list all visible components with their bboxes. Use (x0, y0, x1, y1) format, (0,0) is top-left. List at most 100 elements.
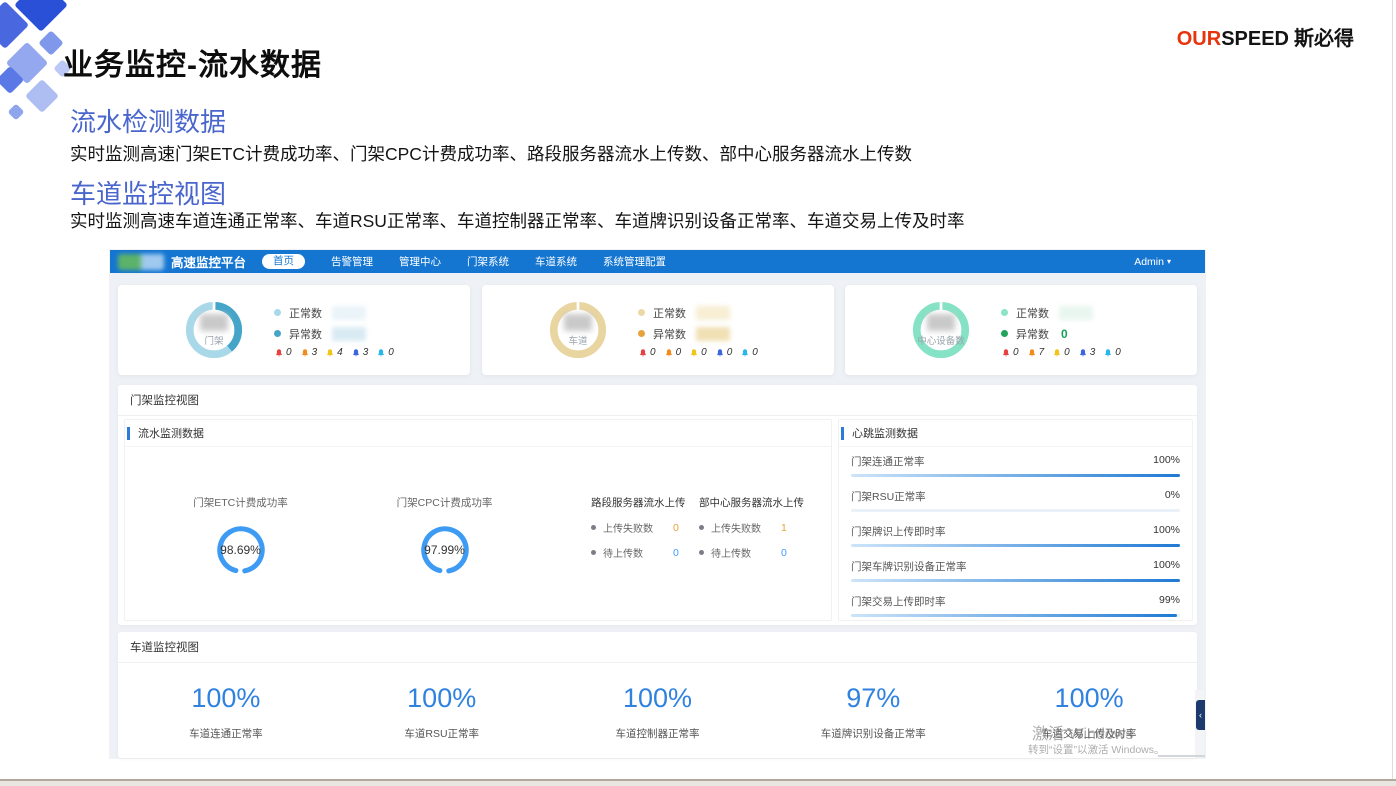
censored-value (564, 314, 592, 331)
progress-bar (851, 544, 1180, 547)
stat-value: 97% (765, 683, 981, 714)
upload-pending-count: 0 (673, 547, 679, 559)
tab-management-center[interactable]: 管理中心 (399, 254, 441, 269)
lane-stat: 100% 车道RSU正常率 (334, 683, 550, 741)
alarm-bells: 0 0 0 0 0 (638, 347, 758, 358)
lane-stat: 97% 车道牌识别设备正常率 (765, 683, 981, 741)
subpanel-title: 流水监测数据 (138, 425, 204, 441)
summary-card-center-devices: 中心设备数 正常数 异常数 0 0 7 0 3 (845, 285, 1197, 375)
censored-value (927, 314, 955, 331)
tab-home[interactable]: 首页 (262, 254, 305, 270)
tab-alarm-management[interactable]: 告警管理 (331, 254, 373, 269)
legend-dot (638, 330, 645, 337)
upload-fail-count: 1 (781, 522, 787, 534)
legend-dot (1001, 330, 1008, 337)
slide: 业务监控-流水数据 OURSPEED斯必得 流水检测数据 实时监测高速门架ETC… (0, 0, 1396, 786)
app-brand: 高速监控平台 (171, 252, 246, 271)
progress-bar (851, 579, 1180, 582)
summary-card-lane: 车道 正常数 异常数 0 0 0 0 (482, 285, 834, 375)
legend-dot (638, 309, 645, 316)
subpanel-title: 心跳监测数据 (852, 425, 918, 441)
stat-value: 100% (118, 683, 334, 714)
caret-down-icon: ▾ (1167, 257, 1171, 266)
legend-label: 异常数 (289, 326, 322, 342)
heartbeat-row: 门架车牌识别设备正常率 100% (851, 559, 1180, 582)
alarm-count: 0 (1064, 347, 1070, 358)
app-logo-censored (118, 254, 164, 270)
heartbeat-row: 门架牌识上传即时率 100% (851, 524, 1180, 547)
alarm-count: 4 (337, 347, 343, 358)
tab-lane-system[interactable]: 车道系统 (535, 254, 577, 269)
heartbeat-subpanel: 心跳监测数据 门架连通正常率 100% 门架RSU正常率 0% (838, 419, 1193, 621)
section-body: 实时监测高速车道连通正常率、车道RSU正常率、车道控制器正常率、车道牌识别设备正… (70, 208, 964, 233)
gauge-value: 98.69% (213, 522, 269, 578)
scrollbar-thumb[interactable] (1158, 755, 1205, 757)
panel-title: 车道监控视图 (118, 632, 1197, 663)
collapse-tab[interactable]: ‹ (1196, 700, 1205, 730)
gantry-monitor-panel: 门架监控视图 流水监测数据 门架ETC计费成功率 98.69% (118, 385, 1197, 625)
donut-label: 中心设备数 (917, 333, 965, 347)
stat-label: 车道控制器正常率 (550, 726, 766, 741)
bullet-dot (699, 550, 704, 555)
bell-icon (715, 348, 725, 358)
section-body: 实时监测高速门架ETC计费成功率、门架CPC计费成功率、路段服务器流水上传数、部… (70, 141, 912, 166)
summary-card-gantry: 门架 正常数 异常数 0 3 4 3 (118, 285, 470, 375)
logo-text-cn: 斯必得 (1294, 28, 1354, 50)
section-heading: 流水检测数据 (70, 102, 226, 139)
heartbeat-percent: 0% (1165, 489, 1180, 504)
chevron-left-icon: ‹ (1199, 710, 1202, 720)
alarm-bells: 0 7 0 3 0 (1001, 347, 1121, 358)
bell-icon (1103, 348, 1113, 358)
page-title: 业务监控-流水数据 (63, 40, 322, 84)
progress-bar (851, 509, 1180, 512)
card-legend: 正常数 异常数 0 0 7 0 3 0 (1001, 302, 1121, 358)
stat-value: 100% (550, 683, 766, 714)
upload-group-ministry-server: 部中心服务器流水上传 上传失败数 1 待上传数 0 (699, 495, 804, 560)
tab-system-config[interactable]: 系统管理配置 (603, 254, 666, 269)
censored-value (696, 306, 730, 320)
bullet-dot (699, 525, 704, 530)
lane-stat: 100% 车道连通正常率 (118, 683, 334, 741)
heartbeat-row: 门架交易上传即时率 99% (851, 594, 1180, 617)
logo-text-speed: SPEED (1221, 28, 1289, 50)
alarm-count: 3 (1090, 347, 1096, 358)
upload-fail-count: 0 (673, 522, 679, 534)
bell-icon (664, 348, 674, 358)
gauge-etc-success: 门架ETC计费成功率 98.69% (153, 495, 328, 578)
censored-value (332, 327, 366, 341)
heartbeat-percent: 100% (1153, 524, 1180, 539)
bell-icon (1052, 348, 1062, 358)
heartbeat-percent: 100% (1153, 454, 1180, 469)
heartbeat-percent: 100% (1153, 559, 1180, 574)
stat-value: 100% (334, 683, 550, 714)
bell-icon (376, 348, 386, 358)
heartbeat-row: 门架连通正常率 100% (851, 454, 1180, 477)
progress-bar (851, 614, 1180, 617)
censored-value (696, 327, 730, 341)
censored-value (1059, 306, 1093, 320)
stat-value: 100% (981, 683, 1197, 714)
alarm-count: 0 (676, 347, 682, 358)
alarm-count: 7 (1039, 347, 1045, 358)
dashboard-screenshot: 高速监控平台 首页 告警管理 管理中心 门架系统 车道系统 系统管理配置 Adm… (110, 250, 1205, 758)
alarm-count: 0 (1115, 347, 1121, 358)
stat-label: 车道RSU正常率 (334, 726, 550, 741)
stat-label: 车道牌识别设备正常率 (765, 726, 981, 741)
bell-icon (351, 348, 361, 358)
alarm-count: 0 (650, 347, 656, 358)
legend-label: 异常数 (653, 326, 686, 342)
bell-icon (325, 348, 335, 358)
alarm-count: 0 (752, 347, 758, 358)
company-logo: OURSPEED斯必得 (1177, 22, 1354, 51)
user-menu[interactable]: Admin ▾ (1134, 256, 1171, 268)
upload-pending-count: 0 (781, 547, 787, 559)
logo-text-our: OUR (1177, 28, 1221, 50)
censored-value (200, 314, 228, 331)
tab-gantry-system[interactable]: 门架系统 (467, 254, 509, 269)
bell-icon (274, 348, 284, 358)
alarm-bells: 0 3 4 3 0 (274, 347, 394, 358)
donut-label: 门架 (204, 333, 223, 347)
abnormal-count: 0 (1061, 327, 1068, 341)
legend-dot (274, 330, 281, 337)
gauge-cpc-success: 门架CPC计费成功率 97.99% (357, 495, 532, 578)
